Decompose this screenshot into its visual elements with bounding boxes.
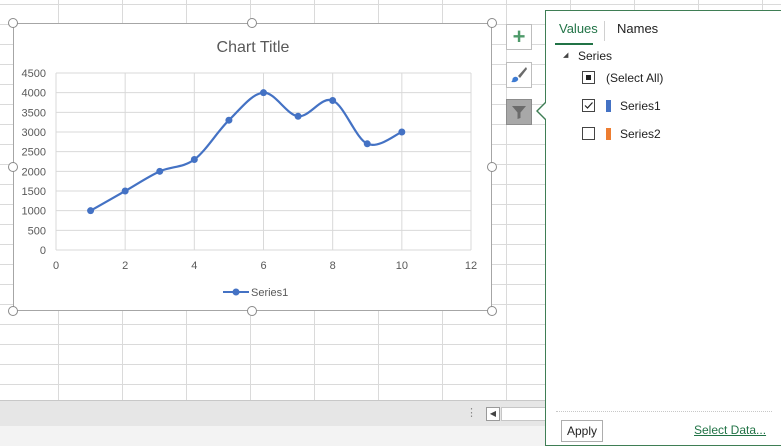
resize-handle-top-right[interactable] — [487, 18, 497, 28]
legend-dot-marker — [232, 288, 240, 296]
tab-values[interactable]: Values — [559, 21, 598, 36]
resize-handle-bottom-right[interactable] — [487, 306, 497, 316]
series-group-label: Series — [578, 49, 613, 63]
select-data-link[interactable]: Select Data... — [694, 423, 766, 437]
legend[interactable]: Series1 — [223, 287, 288, 299]
resize-handle-top[interactable] — [247, 18, 257, 28]
x-tick-label: 10 — [396, 260, 408, 272]
data-point — [225, 116, 233, 124]
data-point — [363, 140, 371, 148]
data-point — [121, 187, 129, 195]
data-point — [156, 167, 164, 175]
y-tick-label: 3000 — [22, 127, 46, 139]
chart-elements-button[interactable]: + — [506, 24, 532, 50]
x-tick-label: 12 — [465, 260, 477, 272]
chart-svg: 0 500 1000 1500 2000 2500 3000 3500 4000 4500 0 2 4 6… — [22, 39, 478, 299]
y-tick-label: 1500 — [22, 186, 46, 198]
data-point — [294, 112, 302, 120]
x-tick-label: 4 — [191, 260, 197, 272]
resize-handle-right[interactable] — [487, 162, 497, 172]
tab-split-handle[interactable]: ⋮ — [466, 406, 477, 419]
chart-filters-button[interactable] — [506, 99, 532, 125]
x-tick-label: 8 — [330, 260, 336, 272]
gridlines — [55, 72, 472, 251]
resize-handle-bottom-left[interactable] — [8, 306, 18, 316]
y-tick-label: 3500 — [22, 107, 46, 119]
legend-entry-series1: Series1 — [251, 287, 288, 299]
check-icon — [584, 102, 593, 109]
y-tick-label: 2000 — [22, 166, 46, 178]
pane-pointer-inner — [538, 102, 547, 120]
series1-color-swatch — [606, 100, 611, 112]
y-tick-label: 4000 — [22, 88, 46, 100]
tab-names[interactable]: Names — [617, 21, 658, 36]
active-tab-indicator — [555, 43, 593, 45]
data-point — [87, 207, 95, 215]
indeterminate-mark — [586, 75, 591, 80]
plus-icon: + — [512, 24, 526, 49]
select-all-checkbox[interactable] — [582, 71, 595, 84]
series1-label: Series1 — [620, 99, 661, 113]
data-point — [260, 89, 267, 97]
horizontal-scrollbar[interactable] — [501, 407, 551, 421]
data-point — [190, 156, 198, 164]
brush-icon — [511, 67, 527, 83]
pane-divider — [556, 411, 772, 412]
data-point — [329, 97, 337, 105]
chart-styles-button[interactable] — [506, 62, 532, 88]
x-tick-label: 2 — [122, 260, 128, 272]
resize-handle-left[interactable] — [8, 162, 18, 172]
series1-checkbox[interactable] — [582, 99, 595, 112]
y-tick-label: 500 — [28, 225, 46, 237]
select-all-label: (Select All) — [606, 71, 664, 85]
resize-handle-bottom[interactable] — [247, 306, 257, 316]
series2-label: Series2 — [620, 127, 661, 141]
collapse-triangle-icon[interactable]: ◢ — [563, 51, 568, 59]
data-point — [398, 128, 406, 136]
resize-handle-top-left[interactable] — [8, 18, 18, 28]
y-tick-label: 4500 — [22, 68, 46, 80]
x-tick-label: 6 — [260, 260, 266, 272]
y-tick-label: 2500 — [22, 147, 46, 159]
x-tick-label: 0 — [53, 260, 59, 272]
scroll-left-button[interactable]: ◀ — [486, 407, 500, 421]
chart-area[interactable]: 0 500 1000 1500 2000 2500 3000 3500 4000 4500 0 2 4 6… — [13, 23, 492, 311]
chart-filters-pane: Values Names ◢ Series (Select All) Serie… — [545, 10, 781, 446]
chart-title[interactable]: Chart Title — [217, 39, 290, 56]
funnel-icon — [512, 106, 526, 119]
series2-color-swatch — [606, 128, 611, 140]
y-tick-label: 0 — [40, 245, 46, 257]
tab-separator — [604, 21, 605, 41]
y-tick-label: 1000 — [22, 206, 46, 218]
series2-checkbox[interactable] — [582, 127, 595, 140]
apply-button[interactable]: Apply — [561, 420, 603, 442]
